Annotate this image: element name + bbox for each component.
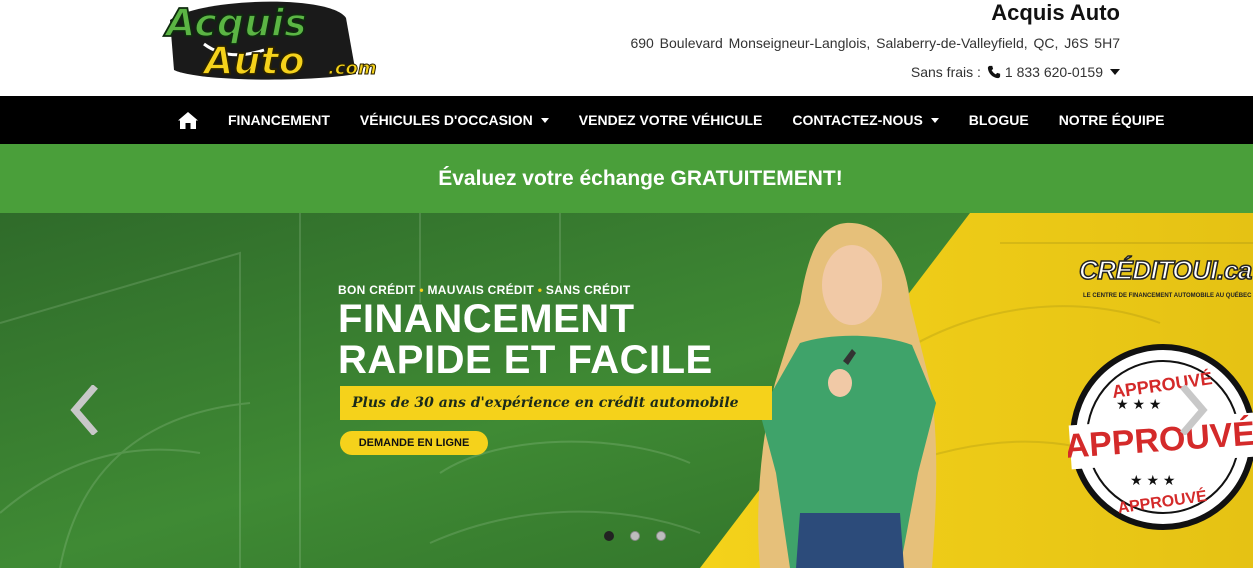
nav-item-label: NOTRE ÉQUIPE [1058,112,1165,128]
tagline-separator: • [537,283,543,297]
carousel-indicator-3[interactable] [656,531,666,541]
main-nav: FINANCEMENT VÉHICULES D'OCCASION VENDEZ … [0,96,1253,144]
logo-suffix: .com [328,58,377,79]
creditoui-logo: CRÉDITOUI.ca LE CENTRE DE FINANCEMENT AU… [1078,251,1253,315]
carousel-indicators [604,531,666,541]
ribbon-text: Plus de 30 ans d'expérience en crédit au… [352,395,739,411]
carousel-indicator-1[interactable] [604,531,614,541]
caret-down-icon [930,117,939,123]
tagline-bad-credit: MAUVAIS CRÉDIT [427,283,535,297]
creditoui-brand: CRÉDITOUI.ca [1078,254,1253,286]
hero-title-line1: FINANCEMENT [338,297,635,341]
nav-item-label: VENDEZ VOTRE VÉHICULE [578,112,763,128]
home-icon [178,111,198,129]
nav-item-vehicules-occasion[interactable]: VÉHICULES D'OCCASION [345,96,564,144]
nav-item-contactez-nous[interactable]: CONTACTEZ-NOUS [777,96,953,144]
hero-title-line2: RAPIDE ET FACILE [338,338,713,382]
nav-home-link[interactable] [163,96,213,144]
tagline-no-credit: SANS CRÉDIT [545,283,631,297]
tagline-good-credit: BON CRÉDIT [338,283,416,297]
nav-item-label: FINANCEMENT [228,112,330,128]
cta-label: DEMANDE EN LIGNE [358,437,470,449]
stamp-stars-bottom: ★ ★ ★ [1130,472,1175,488]
hero-experience-ribbon: Plus de 30 ans d'expérience en crédit au… [340,386,772,420]
nav-item-notre-equipe[interactable]: NOTRE ÉQUIPE [1044,96,1180,144]
tollfree-label: Sans frais : [910,64,981,80]
nav-item-label: CONTACTEZ-NOUS [792,112,923,128]
hero-title: FINANCEMENT RAPIDE ET FACILE [338,299,713,381]
nav-item-blogue[interactable]: BLOGUE [954,96,1044,144]
site-logo[interactable]: Acquis Auto .com [160,0,382,84]
chevron-down-icon[interactable] [1110,69,1120,75]
nav-item-label: BLOGUE [968,112,1029,128]
chevron-left-icon [70,385,98,435]
dealer-name: Acquis Auto [991,0,1120,25]
carousel-next-button[interactable] [1174,380,1214,440]
nav-item-vendez-vehicule[interactable]: VENDEZ VOTRE VÉHICULE [564,96,778,144]
nav-list: FINANCEMENT VÉHICULES D'OCCASION VENDEZ … [163,96,1179,144]
logo-word-auto: Auto [201,39,305,80]
stamp-stars-top: ★ ★ ★ [1116,396,1161,412]
site-header: Acquis Auto .com Acquis Auto 690 Bouleva… [0,0,1253,96]
acquis-auto-logo: Acquis Auto .com [162,0,377,84]
nav-item-financement[interactable]: FINANCEMENT [213,96,345,144]
hero-tagline: BON CRÉDIT • MAUVAIS CRÉDIT • SANS CRÉDI… [338,283,631,297]
dealer-address: 690 Boulevard Monseigneur-Langlois, Sala… [630,35,1120,51]
nav-item-label: VÉHICULES D'OCCASION [359,112,533,128]
promo-text: Évaluez votre échange GRATUITEMENT! [438,166,843,190]
trade-in-promo-banner[interactable]: Évaluez votre échange GRATUITEMENT! [0,144,1253,213]
hero-carousel: BON CRÉDIT • MAUVAIS CRÉDIT • SANS CRÉDI… [0,213,1253,568]
carousel-prev-button[interactable] [64,380,104,440]
chevron-right-icon [1180,385,1208,435]
phone-number-link[interactable]: 1 833 620-0159 [1005,64,1103,80]
tagline-separator: • [419,283,424,297]
caret-down-icon [540,117,549,123]
online-application-button[interactable]: DEMANDE EN LIGNE [340,431,488,455]
creditoui-subtitle: LE CENTRE DE FINANCEMENT AUTOMOBILE AU Q… [1083,293,1252,299]
phone-line: Sans frais : 1 833 620-0159 [911,64,1120,80]
phone-icon [987,65,1001,79]
approved-stamp-icon: APPROUVÉ ★ ★ ★ APPROUVÉ ★ ★ ★ APPROUVÉ [1068,344,1253,530]
carousel-indicator-2[interactable] [630,531,640,541]
